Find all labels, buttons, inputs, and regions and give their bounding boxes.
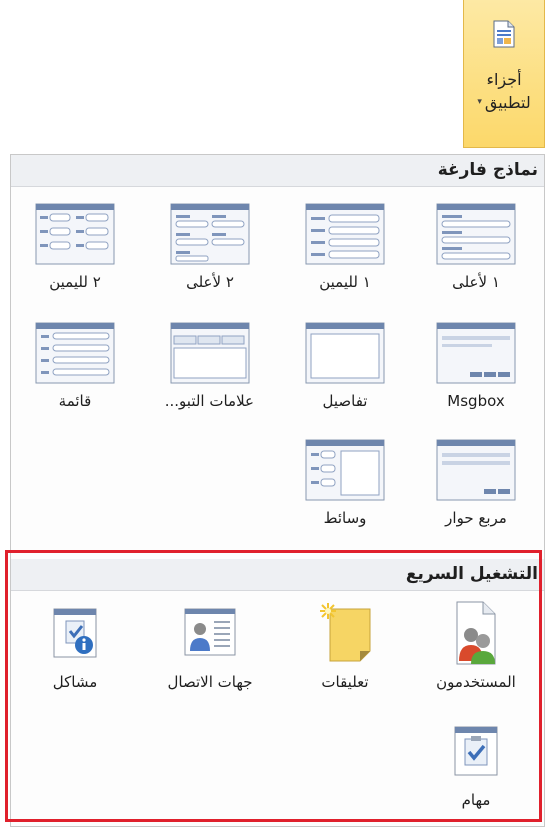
section-header-blank-forms: نماذج فارغة: [11, 155, 544, 187]
quick-start-highlight: [5, 550, 542, 822]
form-tile-media[interactable]: وسائط: [301, 439, 389, 527]
form-tile-label: وسائط: [323, 509, 367, 527]
form-tile-label: ١ لأعلى: [452, 273, 500, 291]
button-label-line1: أجزاء: [486, 70, 522, 89]
details-icon: [305, 322, 385, 384]
form-tile-top-2[interactable]: ٢ لأعلى: [166, 203, 254, 291]
application-parts-icon: [493, 20, 515, 52]
button-label-line2: لتطبيق ▾: [477, 91, 530, 114]
form-tile-right-1[interactable]: ١ لليمين: [301, 203, 389, 291]
button-label-text: لتطبيق: [484, 93, 531, 112]
form-tile-dialog[interactable]: مربع حوار: [432, 439, 520, 527]
layout-top-2-icon: [170, 203, 250, 265]
form-tile-label: ٢ لليمين: [49, 273, 101, 291]
form-tile-label: مربع حوار: [445, 509, 507, 527]
form-tile-label: قائمة: [58, 392, 92, 410]
form-tile-right-2[interactable]: ٢ لليمين: [31, 203, 119, 291]
form-tile-msgbox[interactable]: Msgbox: [432, 322, 520, 410]
application-parts-button[interactable]: أجزاء لتطبيق ▾: [463, 0, 545, 148]
form-tile-label: ١ لليمين: [319, 273, 371, 291]
list-icon: [35, 322, 115, 384]
layout-right-1-icon: [305, 203, 385, 265]
chevron-down-icon: ▾: [477, 97, 482, 107]
form-tile-details[interactable]: تفاصيل: [301, 322, 389, 410]
form-tile-tabs[interactable]: علامات التبو...: [164, 322, 254, 410]
layout-right-2-icon: [35, 203, 115, 265]
msgbox-icon: [436, 322, 516, 384]
tabs-icon: [170, 322, 250, 384]
form-tile-top-1[interactable]: ١ لأعلى: [432, 203, 520, 291]
dialog-icon: [436, 439, 516, 501]
form-tile-label: تفاصيل: [322, 392, 368, 410]
form-tile-label: ٢ لأعلى: [186, 273, 234, 291]
media-icon: [305, 439, 385, 501]
form-tile-label: علامات التبو...: [164, 392, 254, 410]
form-tile-label: Msgbox: [447, 392, 505, 410]
layout-top-1-icon: [436, 203, 516, 265]
form-tile-list[interactable]: قائمة: [31, 322, 119, 410]
